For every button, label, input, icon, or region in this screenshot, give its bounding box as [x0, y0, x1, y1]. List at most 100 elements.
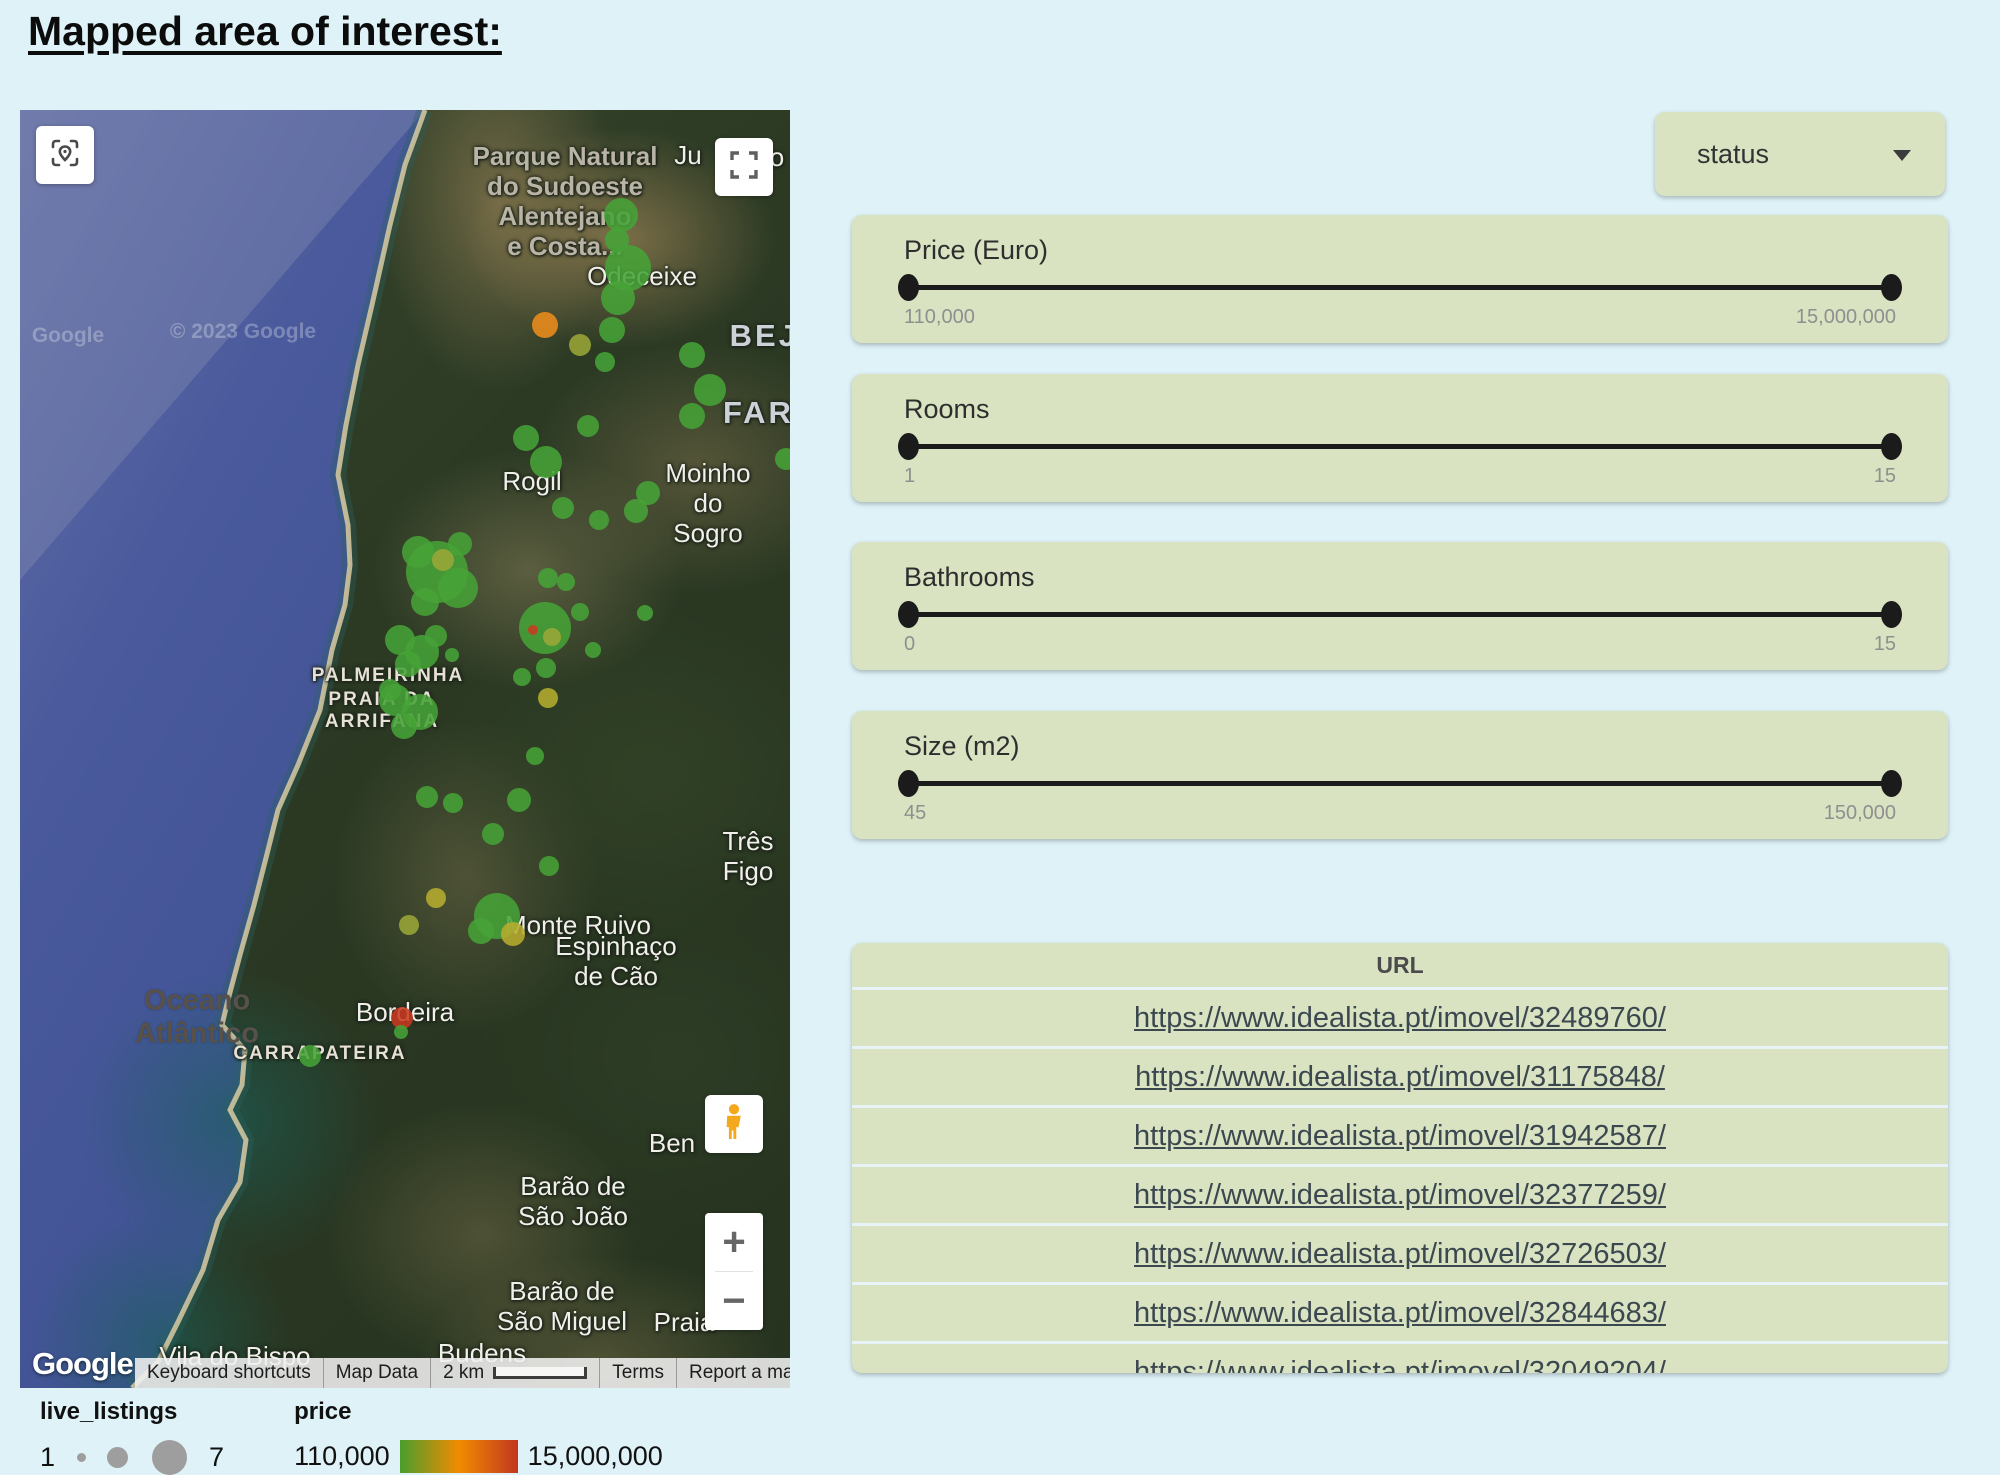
map-marker[interactable]	[507, 788, 531, 812]
map-marker[interactable]	[530, 446, 562, 478]
size-slider-max-value: 150,000	[1824, 802, 1896, 825]
map-marker[interactable]	[468, 918, 494, 944]
url-table-body: https://www.idealista.pt/imovel/32489760…	[852, 987, 1948, 1373]
zoom-control: + −	[705, 1213, 763, 1330]
listing-url-link[interactable]: https://www.idealista.pt/imovel/32726503…	[1134, 1238, 1666, 1271]
listing-url-link[interactable]: https://www.idealista.pt/imovel/31175848…	[1135, 1061, 1665, 1094]
map-marker[interactable]	[775, 448, 790, 470]
pegman-icon	[717, 1102, 751, 1147]
price-slider-max-handle[interactable]	[1881, 274, 1902, 301]
map-marker[interactable]	[394, 1025, 408, 1039]
map-marker[interactable]	[543, 628, 561, 646]
map-marker[interactable]	[448, 532, 472, 556]
map-marker[interactable]	[528, 625, 538, 635]
rooms-slider-min-value: 1	[904, 465, 915, 488]
color-legend-max: 15,000,000	[528, 1441, 663, 1472]
map-marker[interactable]	[694, 374, 726, 406]
map-marker[interactable]	[599, 317, 625, 343]
map-marker[interactable]	[589, 510, 609, 530]
pegman-button[interactable]	[705, 1095, 763, 1153]
map-marker[interactable]	[379, 679, 401, 701]
rooms-slider-min-handle[interactable]	[898, 433, 919, 460]
price-slider-min-handle[interactable]	[898, 274, 919, 301]
table-row: https://www.idealista.pt/imovel/31942587…	[852, 1105, 1948, 1164]
map-marker[interactable]	[577, 415, 599, 437]
listing-url-link[interactable]: https://www.idealista.pt/imovel/32844683…	[1134, 1297, 1666, 1330]
map-marker[interactable]	[536, 658, 556, 678]
google-logo[interactable]: Google	[32, 1346, 133, 1382]
map-marker[interactable]	[557, 573, 575, 591]
map-marker[interactable]	[402, 536, 434, 568]
map-marker[interactable]	[538, 688, 558, 708]
size-legend-title: live_listings	[40, 1398, 224, 1426]
keyboard-shortcuts-link[interactable]: Keyboard shortcuts	[135, 1358, 323, 1388]
listing-url-link[interactable]: https://www.idealista.pt/imovel/32377259…	[1134, 1179, 1666, 1212]
color-legend-gradient	[400, 1440, 518, 1473]
status-dropdown-label: status	[1697, 139, 1769, 170]
zoom-in-button[interactable]: +	[705, 1213, 763, 1271]
listing-url-link[interactable]: https://www.idealista.pt/imovel/31942587…	[1134, 1120, 1666, 1153]
size-slider-min-handle[interactable]	[898, 770, 919, 797]
size-legend-min: 1	[40, 1442, 55, 1473]
map-marker[interactable]	[513, 668, 531, 686]
listing-url-link[interactable]: https://www.idealista.pt/imovel/32049204…	[1134, 1356, 1666, 1374]
map-marker[interactable]	[395, 651, 421, 677]
table-row: https://www.idealista.pt/imovel/32726503…	[852, 1223, 1948, 1282]
terms-link[interactable]: Terms	[599, 1358, 676, 1388]
map-marker[interactable]	[399, 915, 419, 935]
price-slider-track[interactable]	[908, 285, 1892, 290]
status-dropdown[interactable]: status	[1655, 112, 1945, 196]
zoom-out-button[interactable]: −	[705, 1272, 763, 1330]
map-marker[interactable]	[539, 856, 559, 876]
location-crosshair-icon	[48, 136, 82, 175]
map-marker[interactable]	[569, 334, 591, 356]
map-marker[interactable]	[679, 342, 705, 368]
page-title: Mapped area of interest:	[28, 8, 502, 55]
map-marker[interactable]	[532, 312, 558, 338]
listing-url-link[interactable]: https://www.idealista.pt/imovel/32489760…	[1134, 1002, 1666, 1035]
rooms-slider-track[interactable]	[908, 444, 1892, 449]
map-marker[interactable]	[391, 713, 417, 739]
size-legend-dot-large	[152, 1440, 187, 1475]
map-marker[interactable]	[501, 922, 525, 946]
map-marker[interactable]	[552, 497, 574, 519]
bathrooms-slider-panel: Bathrooms 0 15	[852, 542, 1948, 670]
table-row: https://www.idealista.pt/imovel/31175848…	[852, 1046, 1948, 1105]
bathrooms-slider-max-handle[interactable]	[1881, 601, 1902, 628]
map-marker[interactable]	[679, 403, 705, 429]
size-slider-max-handle[interactable]	[1881, 770, 1902, 797]
url-column-header: URL	[852, 943, 1948, 987]
map-marker[interactable]	[604, 198, 638, 232]
bathrooms-slider-track[interactable]	[908, 612, 1892, 617]
map-marker[interactable]	[416, 786, 438, 808]
map-marker[interactable]	[513, 425, 539, 451]
size-slider-track[interactable]	[908, 781, 1892, 786]
size-legend-max: 7	[209, 1442, 224, 1473]
map-marker[interactable]	[519, 602, 571, 654]
map-marker[interactable]	[443, 793, 463, 813]
map-marker[interactable]	[585, 642, 601, 658]
map-satellite[interactable]: Parque Natural do Sudoeste Alentejano e …	[20, 110, 790, 1388]
map-marker[interactable]	[636, 481, 660, 505]
map-marker[interactable]	[438, 568, 478, 608]
map-marker[interactable]	[482, 823, 504, 845]
map-marker[interactable]	[526, 747, 544, 765]
map-marker[interactable]	[601, 281, 635, 315]
map-marker[interactable]	[571, 603, 589, 621]
map-marker[interactable]	[411, 588, 439, 616]
size-legend-dot-small	[77, 1453, 86, 1462]
map-marker[interactable]	[445, 648, 459, 662]
map-data-link[interactable]: Map Data	[323, 1358, 430, 1388]
report-map-error-link[interactable]: Report a map error	[676, 1358, 790, 1388]
map-marker[interactable]	[595, 352, 615, 372]
map-marker[interactable]	[538, 568, 558, 588]
url-table: URL https://www.idealista.pt/imovel/3248…	[852, 943, 1948, 1373]
fullscreen-button[interactable]	[715, 138, 773, 196]
rooms-slider-max-handle[interactable]	[1881, 433, 1902, 460]
map-marker[interactable]	[637, 605, 653, 621]
pan-to-location-button[interactable]	[36, 126, 94, 184]
map-marker[interactable]	[425, 625, 447, 647]
map-marker[interactable]	[426, 888, 446, 908]
map-marker[interactable]	[299, 1045, 321, 1067]
bathrooms-slider-min-handle[interactable]	[898, 601, 919, 628]
